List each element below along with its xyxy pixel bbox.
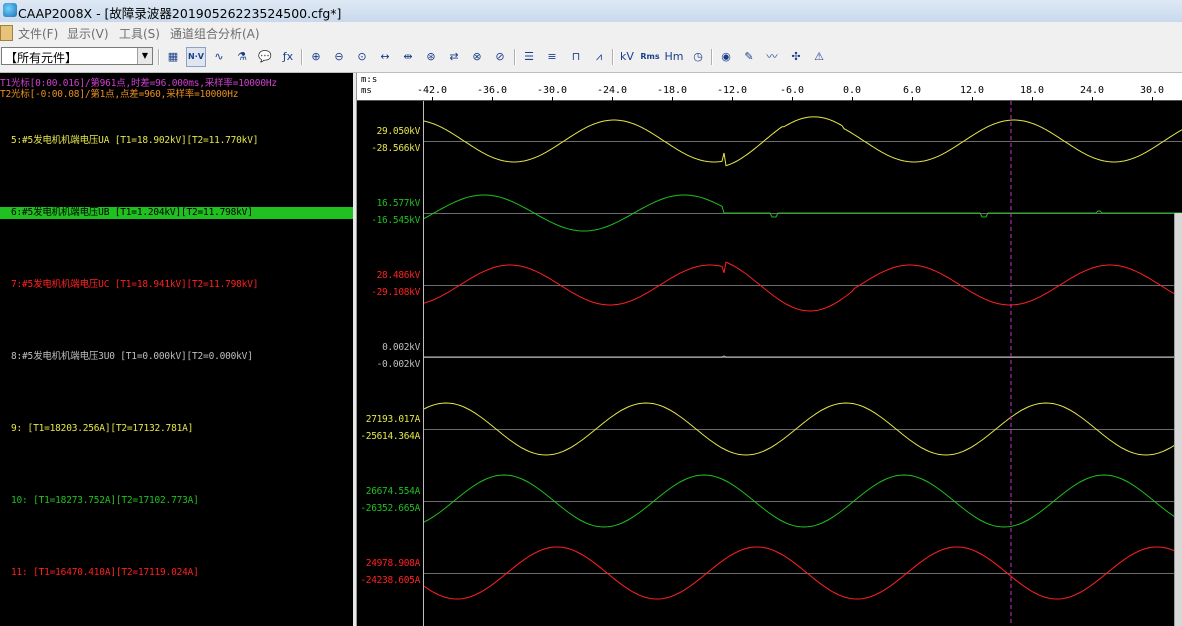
toolbar-separator [158,49,160,65]
component-filter-value: 【所有元件】 [5,51,78,65]
app-logo-icon [3,3,17,17]
ruler-tick-label: 30.0 [1139,85,1165,96]
title-bar: CAAP2008X - [故障录波器20190526223524500.cfg*… [0,0,1182,22]
clock-icon[interactable]: ◷ [688,47,708,67]
ruler-unit-minsec: m:s [361,75,378,85]
digital-channel-icon[interactable]: ⊓ [566,47,586,67]
zoom-reset-icon[interactable]: ⊙ [352,47,372,67]
wave-select-icon[interactable]: ∿ [209,47,229,67]
fault-locate-icon[interactable]: ⚠ [809,47,829,67]
channel-min-label: -29.108kV [371,287,420,298]
channel-label[interactable]: 5:#5发电机机端电压UA [T1=18.902kV][T2=11.770kV] [0,135,353,147]
channel-scale-column: 29.050kV -28.566kV 16.577kV -16.545kV 28.486… [357,101,424,626]
channel-label[interactable]: 10: [T1=18273.752A][T2=17102.773A] [0,495,353,507]
channel-label[interactable]: 9: [T1=18203.256A][T2=17132.781A] [0,423,353,435]
toolbar-separator [514,49,516,65]
zoom-fit-icon[interactable]: ⊛ [421,47,441,67]
harmonic-icon[interactable]: Hm [664,47,684,67]
menu-bar: 文件(F) 显示(V) 工具(S) 通道组合分析(A) [0,22,1182,44]
zoom-out-icon[interactable]: ⊖ [329,47,349,67]
compare-icon[interactable]: ✣ [786,47,806,67]
ruler-tick-label: -30.0 [536,85,568,96]
t2-cursor-info: T2光标[-0:00.08]/第1点,点差=960,采样率=10000Hz [0,89,239,100]
channel-min-label: -26352.665A [360,503,420,514]
ruler-tick-label: 0.0 [842,85,862,96]
waveform-plot[interactable] [424,101,1182,626]
menu-file[interactable]: 文件(F) [18,25,58,42]
channel-label[interactable]: 6:#5发电机机端电压UB [T1=1.204kV][T2=11.798kV] [0,207,353,219]
zoom-y-icon[interactable]: ⊘ [490,47,510,67]
ruler-tick-label: 18.0 [1019,85,1045,96]
channel-min-label: -24238.605A [360,575,420,586]
channel-max-label: 24978.908A [365,558,421,569]
menu-tools[interactable]: 工具(S) [119,25,160,42]
expand-horizontal-icon[interactable]: ↔ [375,47,395,67]
channel-label[interactable]: 11: [T1=16470.410A][T2=17119.024A] [0,567,353,579]
ruler-tick-label: 6.0 [902,85,922,96]
grid-icon[interactable]: ▦ [163,47,183,67]
channel-min-label: -16.545kV [371,215,420,226]
time-ruler: m:s ms -42.0 -36.0 -30.0 -24.0 -18.0 -12.0 -6.… [357,73,1182,101]
vertical-scrollbar[interactable] [1174,213,1182,626]
ruler-tick-label: 12.0 [959,85,985,96]
channel-min-label: -25614.364A [360,431,420,442]
ruler-tick-label: -36.0 [476,85,508,96]
toolbar-separator [711,49,713,65]
shrink-horizontal-icon[interactable]: ⇹ [398,47,418,67]
trend-icon[interactable]: 〰 [762,47,782,67]
ruler-tick-label: -42.0 [416,85,448,96]
channel-max-label: 27193.017A [365,414,421,425]
ruler-unit-ms: ms [361,86,372,96]
toolbar-separator [612,49,614,65]
unordered-list-icon[interactable]: ≡ [542,47,562,67]
channel-max-label: 26674.554A [365,486,421,497]
ruler-tick-label: -12.0 [716,85,748,96]
window-title: CAAP2008X - [故障录波器20190526223524500.cfg*… [18,6,342,21]
channel-max-label: 16.577kV [376,198,421,209]
nv-icon[interactable]: N·V [186,47,206,67]
ruler-tick-label: -18.0 [656,85,688,96]
kv-unit-icon[interactable]: kV [617,47,637,67]
document-icon[interactable] [0,25,13,41]
ordered-list-icon[interactable]: ☰ [519,47,539,67]
channel-label[interactable]: 8:#5发电机机端电压3U0 [T1=0.000kV][T2=0.000kV] [0,351,353,363]
component-filter-select[interactable]: 【所有元件】 ▼ [1,47,153,65]
phasor-icon[interactable]: ◉ [716,47,736,67]
filter-icon[interactable]: ⚗ [232,47,252,67]
toolbar: 【所有元件】 ▼ ▦ N·V ∿ ⚗ 💬 ƒx ⊕ ⊖ ⊙ ↔ ⇹ ⊛ ⇄ ⊗ ⊘ ☰ ≡ ⊓ ⩘ kV Rms Hm ◷ ◉… [0,43,1182,73]
channel-max-label: 29.050kV [376,126,421,137]
function-icon[interactable]: ƒx [278,47,298,67]
channel-list-panel: T1光标[0:00.016]/第961点,时差=96.000ms,采样率=100… [0,73,353,626]
channel-min-label: -28.566kV [371,143,420,154]
pen-icon[interactable]: ✎ [739,47,759,67]
ruler-tick-label: 24.0 [1079,85,1105,96]
zoom-x-icon[interactable]: ⊗ [467,47,487,67]
channel-waveform [424,261,1182,312]
channel-min-label: -0.002kV [376,359,421,370]
chevron-down-icon[interactable]: ▼ [137,48,152,64]
channel-max-label: 28.486kV [376,270,421,281]
ruler-tick-label: -24.0 [596,85,628,96]
rms-icon[interactable]: Rms [640,47,660,67]
ruler-tick-label: -6.0 [779,85,805,96]
zoom-in-icon[interactable]: ⊕ [306,47,326,67]
toolbar-separator [301,49,303,65]
channel-max-label: 0.002kV [382,342,420,353]
channel-waveform [424,355,1182,358]
menu-channel-combination-analysis[interactable]: 通道组合分析(A) [170,25,260,42]
comment-icon[interactable]: 💬 [255,47,275,67]
menu-view[interactable]: 显示(V) [67,25,109,42]
swap-icon[interactable]: ⇄ [444,47,464,67]
waveform-icon[interactable]: ⩘ [589,47,609,67]
channel-label[interactable]: 7:#5发电机机端电压UC [T1=18.941kV][T2=11.798kV] [0,279,353,291]
